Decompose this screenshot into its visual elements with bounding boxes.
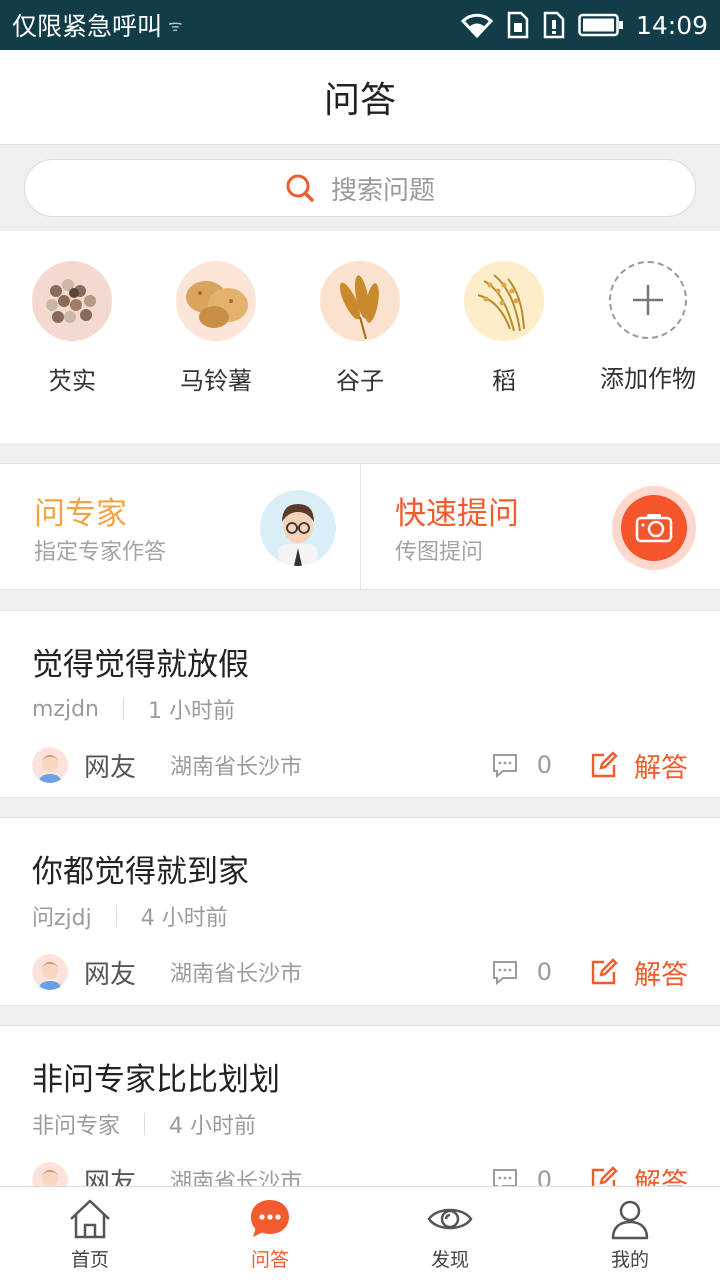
question-title: 觉得觉得就放假 bbox=[32, 647, 249, 683]
question-meta: mzjdn 1 小时前 bbox=[32, 693, 235, 725]
wifi-unknown-icon: ᯤ bbox=[168, 16, 183, 35]
expert-avatar-icon bbox=[260, 490, 336, 566]
tab-label: 问答 bbox=[250, 1249, 289, 1271]
person-icon bbox=[611, 1200, 649, 1240]
camera-button[interactable] bbox=[612, 486, 696, 570]
answer-button[interactable]: 解答 bbox=[590, 953, 688, 992]
sim2-icon bbox=[543, 11, 565, 39]
crop-item-fox-nut[interactable]: 芡实 bbox=[2, 261, 142, 396]
comment-count-value: 0 bbox=[536, 958, 552, 986]
comment-icon bbox=[492, 754, 517, 778]
search-input[interactable]: 搜索问题 bbox=[24, 159, 696, 217]
user-nickname: 网友 bbox=[84, 959, 137, 990]
crop-item-millet[interactable]: 谷子 bbox=[290, 261, 430, 396]
chat-bubble-icon bbox=[251, 1200, 289, 1237]
user-avatar-icon bbox=[32, 747, 68, 783]
comment-icon bbox=[492, 961, 517, 985]
potato-icon bbox=[176, 261, 256, 341]
add-crop-button[interactable]: 添加作物 bbox=[578, 261, 718, 394]
question-footer: 网友 湖南省长沙市 0 解答 bbox=[32, 952, 688, 992]
carrier-text: 仅限紧急呼叫 bbox=[12, 12, 163, 41]
tab-label: 我的 bbox=[610, 1249, 649, 1271]
crop-label: 添加作物 bbox=[600, 365, 696, 393]
tab-discover[interactable]: 发现 bbox=[360, 1187, 540, 1280]
quick-ask-card[interactable]: 快速提问 传图提问 bbox=[360, 464, 720, 590]
tab-qa[interactable]: 问答 bbox=[180, 1187, 360, 1280]
question-footer: 网友 湖南省长沙市 0 解答 bbox=[32, 745, 688, 785]
sim1-icon bbox=[507, 11, 529, 39]
tab-me[interactable]: 我的 bbox=[540, 1187, 720, 1280]
plus-icon bbox=[609, 261, 687, 339]
edit-icon bbox=[591, 751, 618, 778]
fox-nut-seeds-icon bbox=[32, 261, 112, 341]
tab-label: 首页 bbox=[70, 1249, 109, 1271]
eye-icon bbox=[427, 1208, 473, 1230]
action-cards: 问专家 指定专家作答 快速提问 传图提问 bbox=[0, 463, 720, 590]
comment-count: 0 bbox=[491, 751, 552, 779]
edit-icon bbox=[591, 958, 618, 985]
user-nickname: 网友 bbox=[84, 752, 137, 783]
user-location: 湖南省长沙市 bbox=[170, 755, 303, 780]
comment-count-value: 0 bbox=[536, 751, 552, 779]
question-author: mzjdn bbox=[32, 696, 99, 722]
question-card[interactable]: 觉得觉得就放假 mzjdn 1 小时前 网友 湖南省长沙市 0 解答 bbox=[0, 610, 720, 798]
crop-list: 芡实 马铃薯 谷子 稻 添加作物 bbox=[0, 231, 720, 443]
answer-button[interactable]: 解答 bbox=[590, 746, 688, 785]
question-meta: 问zjdj 4 小时前 bbox=[32, 900, 228, 932]
crop-item-rice[interactable]: 稻 bbox=[434, 261, 574, 396]
ask-expert-subtitle: 指定专家作答 bbox=[34, 540, 167, 565]
question-title: 非问专家比比划划 bbox=[32, 1062, 280, 1098]
question-card[interactable]: 你都觉得就到家 问zjdj 4 小时前 网友 湖南省长沙市 0 解答 bbox=[0, 817, 720, 1006]
user-avatar-icon bbox=[32, 954, 68, 990]
search-section: 搜索问题 bbox=[0, 145, 720, 231]
quick-ask-title: 快速提问 bbox=[395, 496, 519, 532]
comment-count: 0 bbox=[491, 958, 552, 986]
bottom-tab-bar: 首页 问答 发现 我的 bbox=[0, 1186, 720, 1280]
status-icons: 14:09 bbox=[460, 11, 708, 40]
crop-label: 稻 bbox=[492, 367, 516, 395]
crop-label: 芡实 bbox=[48, 367, 96, 395]
question-author: 问zjdj bbox=[32, 906, 92, 931]
question-title: 你都觉得就到家 bbox=[32, 854, 249, 890]
page-title: 问答 bbox=[323, 80, 396, 121]
question-meta: 非问专家 4 小时前 bbox=[32, 1108, 256, 1140]
answer-label: 解答 bbox=[634, 959, 688, 991]
meta-divider bbox=[115, 905, 117, 927]
meta-divider bbox=[123, 698, 124, 720]
millet-icon bbox=[320, 261, 400, 341]
question-author: 非问专家 bbox=[32, 1114, 121, 1139]
user-location: 湖南省长沙市 bbox=[170, 962, 303, 987]
meta-divider bbox=[144, 1113, 146, 1135]
crop-label: 谷子 bbox=[336, 367, 384, 395]
search-placeholder: 搜索问题 bbox=[330, 175, 435, 206]
tab-home[interactable]: 首页 bbox=[0, 1187, 180, 1280]
status-bar: 仅限紧急呼叫 ᯤ 14:09 bbox=[0, 0, 720, 50]
camera-icon bbox=[635, 514, 673, 543]
ask-expert-title: 问专家 bbox=[34, 496, 127, 532]
question-time: 4 小时前 bbox=[140, 906, 228, 931]
search-icon bbox=[286, 174, 314, 202]
question-time: 1 小时前 bbox=[148, 699, 235, 724]
app-header: 问答 bbox=[0, 50, 720, 145]
battery-icon bbox=[578, 13, 623, 37]
question-time: 4 小时前 bbox=[169, 1114, 257, 1139]
clock-text: 14:09 bbox=[635, 10, 708, 40]
ask-expert-card[interactable]: 问专家 指定专家作答 bbox=[0, 464, 360, 590]
wifi-icon bbox=[460, 13, 494, 38]
rice-icon bbox=[464, 261, 544, 341]
crop-label: 马铃薯 bbox=[180, 367, 252, 395]
answer-label: 解答 bbox=[634, 752, 688, 784]
crop-item-potato[interactable]: 马铃薯 bbox=[146, 261, 286, 396]
tab-label: 发现 bbox=[430, 1249, 469, 1271]
quick-ask-subtitle: 传图提问 bbox=[395, 540, 484, 565]
home-icon bbox=[70, 1199, 110, 1239]
